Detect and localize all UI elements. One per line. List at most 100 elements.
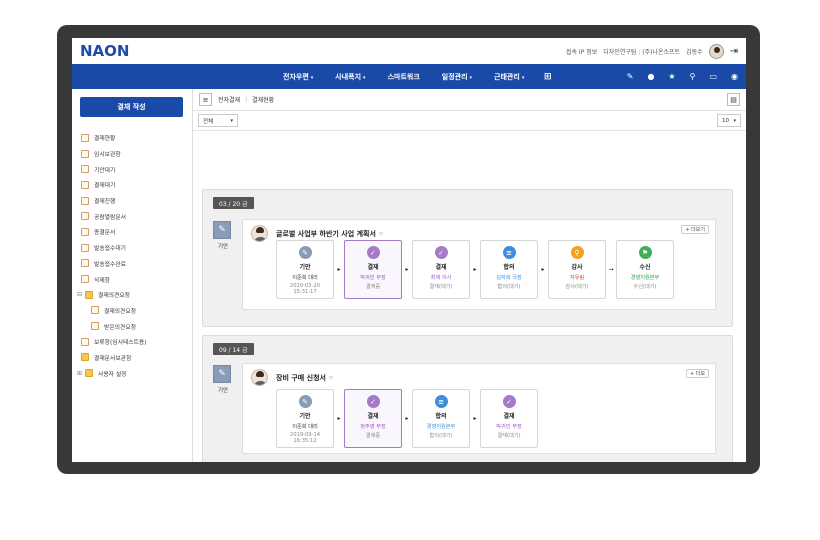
document-icon bbox=[91, 322, 99, 331]
approval-step[interactable]: ⚑ 수신 경영지원본부 수신(대기) bbox=[616, 240, 674, 299]
sidebar-item-label: 삭제함 bbox=[94, 277, 110, 284]
sidebar-item-label: 결재문서보관함 bbox=[94, 355, 132, 362]
step-type: 결재 bbox=[367, 264, 379, 271]
logout-icon[interactable]: ⇥ bbox=[730, 46, 738, 57]
sidebar-item[interactable]: 결재대기 bbox=[81, 177, 147, 193]
sidebar-item[interactable]: 보류함(임시테스트용) bbox=[81, 334, 147, 350]
breadcrumb-section[interactable]: 전자결재 bbox=[218, 95, 240, 104]
document-kind: ✎ 기안 bbox=[213, 221, 233, 250]
sidebar-item[interactable]: 공람열람문서 bbox=[81, 208, 147, 224]
step-approver: 이준희 대리 bbox=[292, 275, 318, 281]
document-icon bbox=[81, 149, 89, 158]
approval-card[interactable]: 장비 구매 신청서 ▫ + 더보 ✎ 기안 이준희 대리 2019-09-14 16:35:1… bbox=[242, 363, 716, 454]
document-icon bbox=[91, 306, 99, 315]
draft-icon: ✎ bbox=[213, 221, 231, 239]
page-size-select[interactable]: 10 ▾ bbox=[717, 114, 741, 127]
sidebar-item[interactable]: 종결문서 bbox=[81, 224, 147, 240]
monitor-icon[interactable]: ▭ bbox=[709, 72, 717, 81]
org-label[interactable]: 디자인연구팀 : (주)나온소프트 bbox=[603, 47, 680, 56]
scope-select-value: 전체 bbox=[203, 118, 214, 125]
document-icon bbox=[81, 165, 89, 174]
sidebar-item[interactable]: 결재의견요청 bbox=[81, 303, 147, 319]
sidebar-item[interactable]: ⊟ 결재의견요청 bbox=[77, 287, 147, 303]
sidebar-item-label: 결재의견요청 bbox=[98, 293, 130, 300]
more-button[interactable]: + 더보기 bbox=[681, 225, 709, 234]
write-icon[interactable]: ✎ bbox=[627, 72, 634, 81]
user-name[interactable]: 김동수 bbox=[686, 47, 703, 56]
chevron-down-icon: ▾ bbox=[230, 117, 233, 124]
sidebar-item-label: 받은의견요청 bbox=[104, 324, 136, 331]
step-approver: 최재 이사 bbox=[430, 275, 452, 281]
approval-step[interactable]: ✓ 결재 박귀민 부장 결재(대기) bbox=[480, 389, 538, 448]
step-approver: 박귀민 부장 bbox=[496, 424, 522, 430]
step-type: 결재 bbox=[435, 264, 447, 271]
approval-card[interactable]: 글로벌 사업부 하반기 사업 계획서 ▫ + 더보기 ✎ 기안 이준희 대리 2020-03… bbox=[242, 219, 716, 310]
arrow-icon: ▸ bbox=[337, 266, 341, 273]
approval-step[interactable]: ✎ 기안 이준희 대리 2020-03-20 15:31:17 bbox=[276, 240, 334, 299]
draft-icon: ✎ bbox=[213, 365, 231, 383]
page-title: 결재현황 bbox=[252, 97, 275, 104]
approval-step[interactable]: ⚲ 감사 자유림 감사(대기) bbox=[548, 240, 606, 299]
date-tag: 03 / 20 금 bbox=[213, 197, 254, 209]
step-type: 기안 bbox=[299, 413, 311, 420]
main-content: ≡ 전자결재 | 결재현황 ▤ 전체 ▾ 10 ▾ 03 / 20 금 ✎ 기안 글로벌 … bbox=[193, 89, 746, 462]
sidebar-item[interactable]: 받은의견요청 bbox=[81, 318, 147, 334]
write-approval-button[interactable]: 결재 작성 bbox=[80, 97, 183, 117]
step-approver: 박귀민 부장 bbox=[360, 275, 386, 281]
nav-item-3[interactable]: 스마트워크 bbox=[377, 72, 431, 82]
sidebar-item[interactable]: ⊞ 사용자 설정 bbox=[77, 365, 147, 381]
nav-item-label: 일정관리 bbox=[441, 72, 468, 81]
sidebar-item[interactable]: 발송접수대기 bbox=[81, 240, 147, 256]
step-status-icon: ✓ bbox=[366, 246, 380, 259]
star-icon[interactable]: ★ bbox=[668, 72, 675, 81]
sidebar-item[interactable]: 기안대기 bbox=[81, 161, 147, 177]
approval-step[interactable]: ≡ 합의 김하희 국장 합의(대기) bbox=[480, 240, 538, 299]
sidebar-item[interactable]: 결재문서보관함 bbox=[81, 350, 147, 366]
sidebar-item[interactable]: 결재진행 bbox=[81, 193, 147, 209]
more-button[interactable]: + 더보 bbox=[686, 369, 709, 378]
chat-icon[interactable]: ● bbox=[647, 72, 654, 81]
document-title[interactable]: 장비 구매 신청서 bbox=[276, 373, 326, 383]
user-avatar[interactable] bbox=[708, 43, 724, 59]
ip-info-link[interactable]: 접속 IP 정보 bbox=[566, 47, 597, 56]
sidebar-item[interactable]: 임시보관함 bbox=[81, 146, 147, 162]
step-status: 합의(대기) bbox=[429, 433, 453, 439]
approval-step[interactable]: ✓ 결재 정주영 부장 결재중 bbox=[344, 389, 402, 448]
nav-item-1[interactable]: 전자우편 ▾ bbox=[272, 72, 324, 82]
folder-icon bbox=[85, 369, 93, 378]
approval-step[interactable]: ≡ 합의 경영지원본부 합의(대기) bbox=[412, 389, 470, 448]
nav-item-2[interactable]: 사내폭지 ▾ bbox=[324, 72, 376, 82]
document-icon bbox=[81, 227, 89, 236]
step-approver: 자유림 bbox=[569, 275, 585, 281]
search-icon[interactable]: ⚲ bbox=[690, 72, 696, 81]
step-approver: 김하희 국장 bbox=[496, 275, 522, 281]
nav-item-5[interactable]: 근태관리 ▾ bbox=[483, 72, 535, 82]
logo[interactable]: NAON bbox=[80, 42, 129, 60]
sidebar-item[interactable]: 발송접수완료 bbox=[81, 256, 147, 272]
document-kind: ✎ 기안 bbox=[213, 365, 233, 394]
sidebar-item[interactable]: 결재현황 bbox=[81, 130, 147, 146]
print-icon[interactable]: ▤ bbox=[727, 93, 740, 106]
menu-toggle-icon[interactable]: ≡ bbox=[199, 93, 212, 106]
approval-step[interactable]: ✎ 기안 이준희 대리 2019-09-14 16:35:12 bbox=[276, 389, 334, 448]
document-icon bbox=[81, 337, 89, 346]
attachment-icon[interactable]: ▫ bbox=[329, 374, 333, 381]
palette-icon[interactable]: ◉ bbox=[731, 72, 738, 81]
breadcrumb: ≡ 전자결재 | 결재현황 ▤ bbox=[193, 89, 746, 111]
scope-select[interactable]: 전체 ▾ bbox=[198, 114, 238, 127]
nav-item-4[interactable]: 일정관리 ▾ bbox=[431, 72, 483, 82]
page-size-value: 10 bbox=[722, 117, 729, 124]
document-icon bbox=[81, 259, 89, 268]
step-status-icon: ✓ bbox=[502, 395, 516, 408]
step-status: 결재중 bbox=[365, 284, 381, 290]
chevron-down-icon: ▾ bbox=[363, 74, 366, 81]
attachment-icon[interactable]: ▫ bbox=[379, 230, 383, 237]
toggle-icon[interactable]: ⊞ bbox=[77, 370, 83, 377]
approval-step[interactable]: ✓ 결재 최재 이사 결재(대기) bbox=[412, 240, 470, 299]
step-status-icon: ✓ bbox=[366, 395, 380, 408]
document-title[interactable]: 글로벌 사업부 하반기 사업 계획서 bbox=[276, 229, 376, 239]
sidebar-item[interactable]: 삭제함 bbox=[81, 271, 147, 287]
approval-step[interactable]: ✓ 결재박귀민 부장결재중 bbox=[344, 240, 402, 299]
app-grid-icon[interactable]: ⊞ bbox=[544, 72, 552, 82]
toggle-icon[interactable]: ⊟ bbox=[77, 291, 83, 298]
